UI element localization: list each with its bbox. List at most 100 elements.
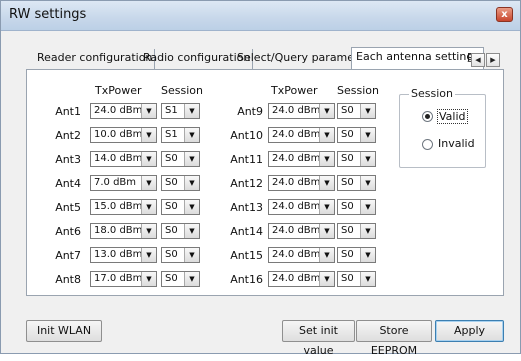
- txpower-select-right[interactable]: 24.0 dBm ▼: [268, 175, 335, 191]
- session-select-left[interactable]: S0 ▼: [161, 151, 200, 167]
- antenna-label-left: Ant2: [55, 129, 81, 142]
- chevron-down-icon[interactable]: ▼: [141, 152, 156, 166]
- tab-reader-configuration[interactable]: Reader configuration: [35, 49, 156, 69]
- txpower-header-left: TxPower: [95, 84, 142, 97]
- session-select-right[interactable]: S0 ▼: [337, 175, 376, 191]
- chevron-down-icon[interactable]: ▼: [360, 128, 375, 142]
- session-select-right[interactable]: S0 ▼: [337, 151, 376, 167]
- store-eeprom-button[interactable]: Store EEPROM: [356, 320, 432, 357]
- antenna-label-right: Ant12: [230, 177, 263, 190]
- chevron-down-icon[interactable]: ▼: [319, 248, 334, 262]
- chevron-down-icon[interactable]: ▼: [319, 224, 334, 238]
- title-bar[interactable]: RW settings x: [1, 1, 520, 31]
- chevron-down-icon[interactable]: ▼: [360, 248, 375, 262]
- session-group-title: Session: [409, 87, 455, 100]
- tab-label: Select/Query parameter: [237, 51, 370, 64]
- chevron-down-icon[interactable]: ▼: [184, 176, 199, 190]
- apply-button[interactable]: Apply: [435, 320, 504, 342]
- chevron-down-icon[interactable]: ▼: [141, 104, 156, 118]
- close-button[interactable]: x: [496, 7, 513, 22]
- txpower-value: 24.0 dBm: [272, 153, 321, 164]
- txpower-select-right[interactable]: 24.0 dBm ▼: [268, 103, 335, 119]
- session-invalid-label[interactable]: Invalid: [438, 137, 475, 150]
- chevron-down-icon[interactable]: ▼: [141, 224, 156, 238]
- txpower-select-left[interactable]: 14.0 dBm ▼: [90, 151, 157, 167]
- chevron-down-icon[interactable]: ▼: [184, 152, 199, 166]
- txpower-value: 7.0 dBm: [94, 177, 137, 188]
- chevron-down-icon[interactable]: ▼: [184, 128, 199, 142]
- txpower-select-left[interactable]: 10.0 dBm ▼: [90, 127, 157, 143]
- chevron-down-icon[interactable]: ▼: [319, 128, 334, 142]
- chevron-down-icon[interactable]: ▼: [319, 104, 334, 118]
- session-select-right[interactable]: S0 ▼: [337, 199, 376, 215]
- chevron-down-icon[interactable]: ▼: [360, 152, 375, 166]
- session-select-left[interactable]: S0 ▼: [161, 271, 200, 287]
- session-value: S0: [165, 225, 178, 236]
- txpower-value: 17.0 dBm: [94, 273, 143, 284]
- chevron-down-icon[interactable]: ▼: [184, 224, 199, 238]
- session-invalid-radio[interactable]: [422, 139, 433, 150]
- antenna-label-left: Ant7: [55, 249, 81, 262]
- antenna-label-left: Ant5: [55, 201, 81, 214]
- close-icon: x: [501, 9, 508, 20]
- arrow-right-icon: ▶: [490, 56, 496, 64]
- txpower-select-left[interactable]: 15.0 dBm ▼: [90, 199, 157, 215]
- session-select-right[interactable]: S0 ▼: [337, 271, 376, 287]
- txpower-value: 18.0 dBm: [94, 225, 143, 236]
- session-select-right[interactable]: S0 ▼: [337, 247, 376, 263]
- session-value: S1: [165, 129, 178, 140]
- chevron-down-icon[interactable]: ▼: [360, 224, 375, 238]
- txpower-select-right[interactable]: 24.0 dBm ▼: [268, 223, 335, 239]
- session-select-right[interactable]: S0 ▼: [337, 223, 376, 239]
- txpower-select-right[interactable]: 24.0 dBm ▼: [268, 127, 335, 143]
- txpower-select-left[interactable]: 7.0 dBm ▼: [90, 175, 157, 191]
- chevron-down-icon[interactable]: ▼: [184, 272, 199, 286]
- session-value: S0: [341, 201, 354, 212]
- chevron-down-icon[interactable]: ▼: [360, 176, 375, 190]
- session-select-left[interactable]: S0 ▼: [161, 247, 200, 263]
- tab-scroll-right-button[interactable]: ▶: [486, 53, 500, 67]
- txpower-select-left[interactable]: 13.0 dBm ▼: [90, 247, 157, 263]
- txpower-select-right[interactable]: 24.0 dBm ▼: [268, 199, 335, 215]
- session-select-right[interactable]: S0 ▼: [337, 127, 376, 143]
- txpower-select-left[interactable]: 24.0 dBm ▼: [90, 103, 157, 119]
- session-select-left[interactable]: S0 ▼: [161, 223, 200, 239]
- session-select-right[interactable]: S0 ▼: [337, 103, 376, 119]
- session-value: S0: [165, 273, 178, 284]
- session-valid-radio[interactable]: [422, 111, 433, 122]
- session-select-left[interactable]: S1 ▼: [161, 127, 200, 143]
- session-select-left[interactable]: S0 ▼: [161, 175, 200, 191]
- chevron-down-icon[interactable]: ▼: [141, 248, 156, 262]
- init-wlan-button[interactable]: Init WLAN: [26, 320, 102, 342]
- arrow-left-icon: ◀: [475, 56, 481, 64]
- txpower-value: 24.0 dBm: [272, 129, 321, 140]
- session-value: S0: [341, 177, 354, 188]
- session-valid-label[interactable]: Valid: [437, 109, 468, 124]
- chevron-down-icon[interactable]: ▼: [141, 128, 156, 142]
- chevron-down-icon[interactable]: ▼: [184, 248, 199, 262]
- txpower-select-right[interactable]: 24.0 dBm ▼: [268, 271, 335, 287]
- txpower-select-left[interactable]: 18.0 dBm ▼: [90, 223, 157, 239]
- chevron-down-icon[interactable]: ▼: [184, 200, 199, 214]
- session-select-left[interactable]: S0 ▼: [161, 199, 200, 215]
- antenna-label-right: Ant13: [230, 201, 263, 214]
- chevron-down-icon[interactable]: ▼: [360, 272, 375, 286]
- txpower-select-right[interactable]: 24.0 dBm ▼: [268, 247, 335, 263]
- chevron-down-icon[interactable]: ▼: [319, 200, 334, 214]
- chevron-down-icon[interactable]: ▼: [319, 152, 334, 166]
- antenna-label-right: Ant10: [230, 129, 263, 142]
- txpower-select-left[interactable]: 17.0 dBm ▼: [90, 271, 157, 287]
- chevron-down-icon[interactable]: ▼: [319, 176, 334, 190]
- chevron-down-icon[interactable]: ▼: [141, 272, 156, 286]
- set-init-value-button[interactable]: Set init value: [282, 320, 355, 357]
- chevron-down-icon[interactable]: ▼: [141, 200, 156, 214]
- chevron-down-icon[interactable]: ▼: [360, 200, 375, 214]
- chevron-down-icon[interactable]: ▼: [184, 104, 199, 118]
- chevron-down-icon[interactable]: ▼: [360, 104, 375, 118]
- chevron-down-icon[interactable]: ▼: [319, 272, 334, 286]
- chevron-down-icon[interactable]: ▼: [141, 176, 156, 190]
- session-select-left[interactable]: S1 ▼: [161, 103, 200, 119]
- tab-scroll-left-button[interactable]: ◀: [471, 53, 485, 67]
- txpower-select-right[interactable]: 24.0 dBm ▼: [268, 151, 335, 167]
- session-value: S0: [165, 177, 178, 188]
